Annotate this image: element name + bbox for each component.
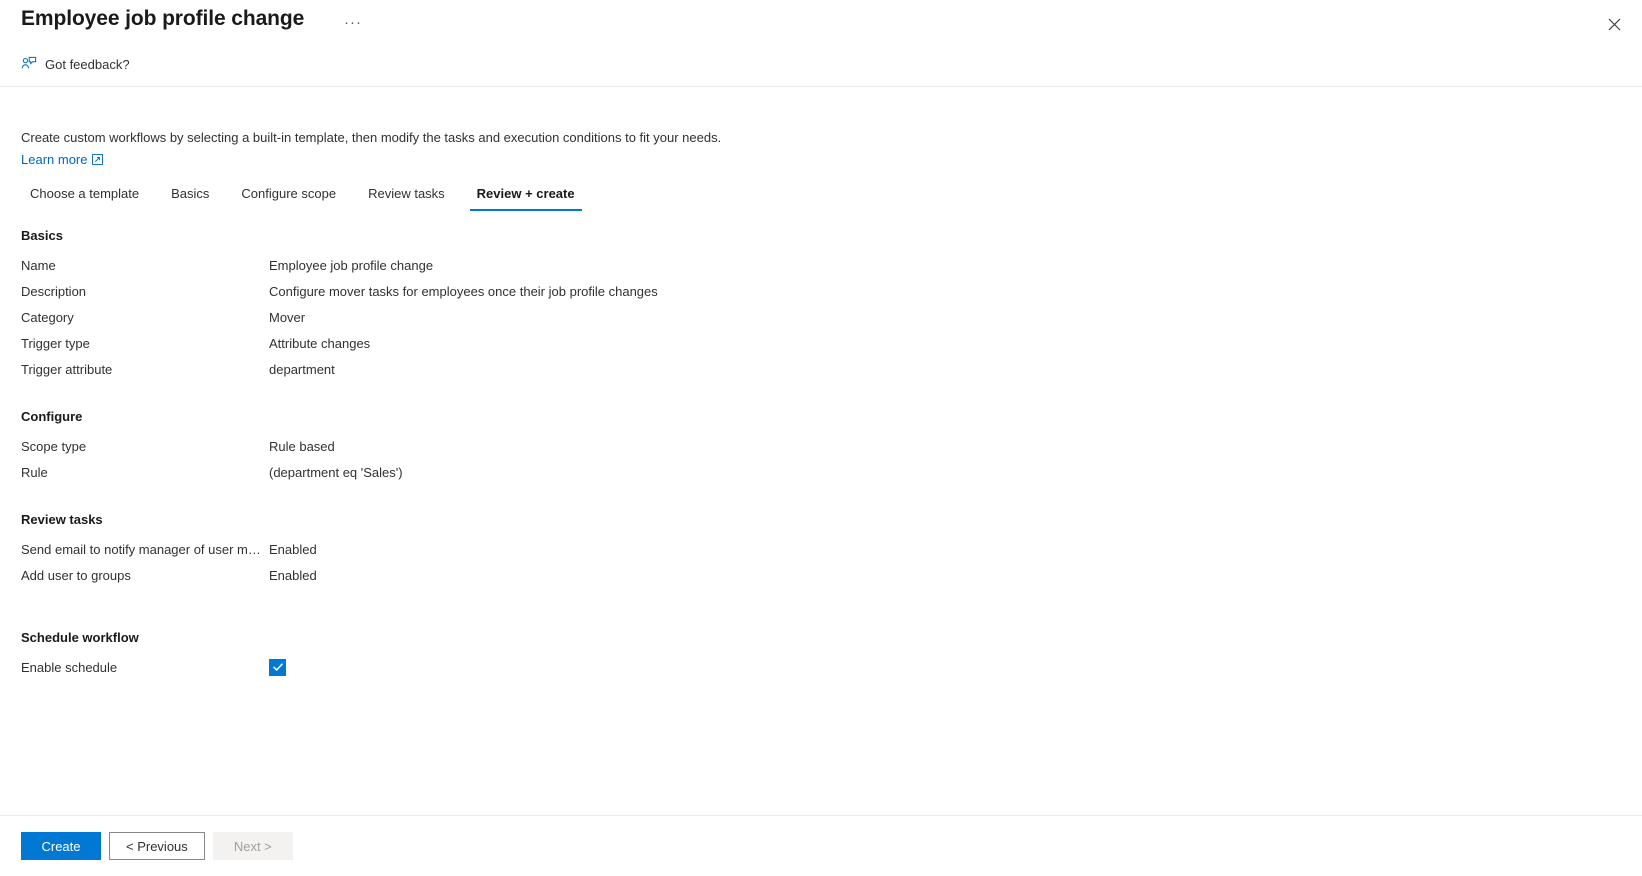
intro-text: Create custom workflows by selecting a b… bbox=[21, 130, 722, 145]
summary-value: Rule based bbox=[269, 438, 335, 454]
tab-choose-a-template[interactable]: Choose a template bbox=[21, 182, 155, 211]
summary-value: Employee job profile change bbox=[269, 257, 434, 273]
close-icon bbox=[1608, 18, 1620, 30]
summary-row: Send email to notify manager of user mo…… bbox=[21, 536, 1622, 562]
summary-value: (department eq 'Sales') bbox=[269, 464, 403, 480]
summary-value: Attribute changes bbox=[269, 335, 371, 351]
more-options-button[interactable]: ··· bbox=[340, 12, 366, 34]
enable-schedule-checkbox[interactable] bbox=[269, 658, 286, 676]
summary-key: Trigger attribute bbox=[21, 361, 113, 377]
summary-key: Add user to groups bbox=[21, 567, 131, 583]
section-configure: Configure Scope type Rule based Rule (de… bbox=[21, 409, 1622, 485]
summary-key: Rule bbox=[21, 464, 48, 480]
external-link-icon bbox=[92, 154, 104, 165]
summary-key: Description bbox=[21, 283, 87, 299]
summary-key: Scope type bbox=[21, 438, 87, 454]
summary-row: Trigger type Attribute changes bbox=[21, 330, 1622, 356]
summary-key: Category bbox=[21, 309, 74, 325]
enable-schedule-row: Enable schedule bbox=[21, 654, 1622, 680]
section-basics-title: Basics bbox=[21, 228, 63, 243]
section-basics: Basics Name Employee job profile change … bbox=[21, 228, 1622, 382]
summary-value: Configure mover tasks for employees once… bbox=[269, 283, 658, 299]
feedback-person-icon bbox=[21, 56, 37, 69]
summary-row: Scope type Rule based bbox=[21, 433, 1622, 459]
summary-value: department bbox=[269, 361, 335, 377]
summary-row: Name Employee job profile change bbox=[21, 252, 1622, 278]
section-review-tasks-title: Review tasks bbox=[21, 512, 103, 527]
summary-row: Category Mover bbox=[21, 304, 1622, 330]
summary-value: Enabled bbox=[269, 541, 317, 557]
tab-basics[interactable]: Basics bbox=[155, 182, 225, 211]
learn-more-link[interactable]: Learn more bbox=[21, 150, 104, 169]
summary-row: Trigger attribute department bbox=[21, 356, 1622, 382]
feedback-bar: Got feedback? bbox=[0, 48, 1642, 87]
summary-row: Description Configure mover tasks for em… bbox=[21, 278, 1622, 304]
checkmark-icon bbox=[272, 663, 283, 671]
section-configure-title: Configure bbox=[21, 409, 83, 424]
summary-row: Add user to groups Enabled bbox=[21, 562, 1622, 588]
previous-button[interactable]: < Previous bbox=[109, 832, 205, 860]
close-button[interactable] bbox=[1600, 10, 1628, 38]
section-schedule-title: Schedule workflow bbox=[21, 630, 139, 645]
create-button[interactable]: Create bbox=[21, 832, 101, 860]
tab-review-create[interactable]: Review + create bbox=[461, 182, 591, 211]
enable-schedule-label: Enable schedule bbox=[21, 659, 118, 675]
section-review-tasks: Review tasks Send email to notify manage… bbox=[21, 512, 1622, 588]
wizard-tabs: Choose a template Basics Configure scope… bbox=[21, 182, 591, 214]
summary-key: Trigger type bbox=[21, 335, 90, 351]
tab-configure-scope[interactable]: Configure scope bbox=[225, 182, 352, 211]
learn-more-label: Learn more bbox=[21, 152, 88, 167]
got-feedback-button[interactable]: Got feedback? bbox=[21, 56, 130, 72]
next-button: Next > bbox=[212, 832, 293, 860]
feedback-label: Got feedback? bbox=[45, 56, 130, 72]
summary-row: Rule (department eq 'Sales') bbox=[21, 459, 1622, 485]
page-title: Employee job profile change bbox=[21, 7, 305, 30]
summary-value: Mover bbox=[269, 309, 306, 325]
intro-block: Create custom workflows by selecting a b… bbox=[21, 128, 721, 169]
summary-key: Send email to notify manager of user mo… bbox=[21, 541, 269, 557]
blade-header: Employee job profile change ··· bbox=[0, 0, 1642, 48]
summary-key: Name bbox=[21, 257, 56, 273]
tab-review-tasks[interactable]: Review tasks bbox=[352, 182, 461, 211]
review-summary: Basics Name Employee job profile change … bbox=[21, 228, 1622, 680]
summary-value: Enabled bbox=[269, 567, 317, 583]
wizard-footer: Create < Previous Next > bbox=[0, 815, 1642, 876]
section-schedule-workflow: Schedule workflow Enable schedule bbox=[21, 630, 1622, 680]
